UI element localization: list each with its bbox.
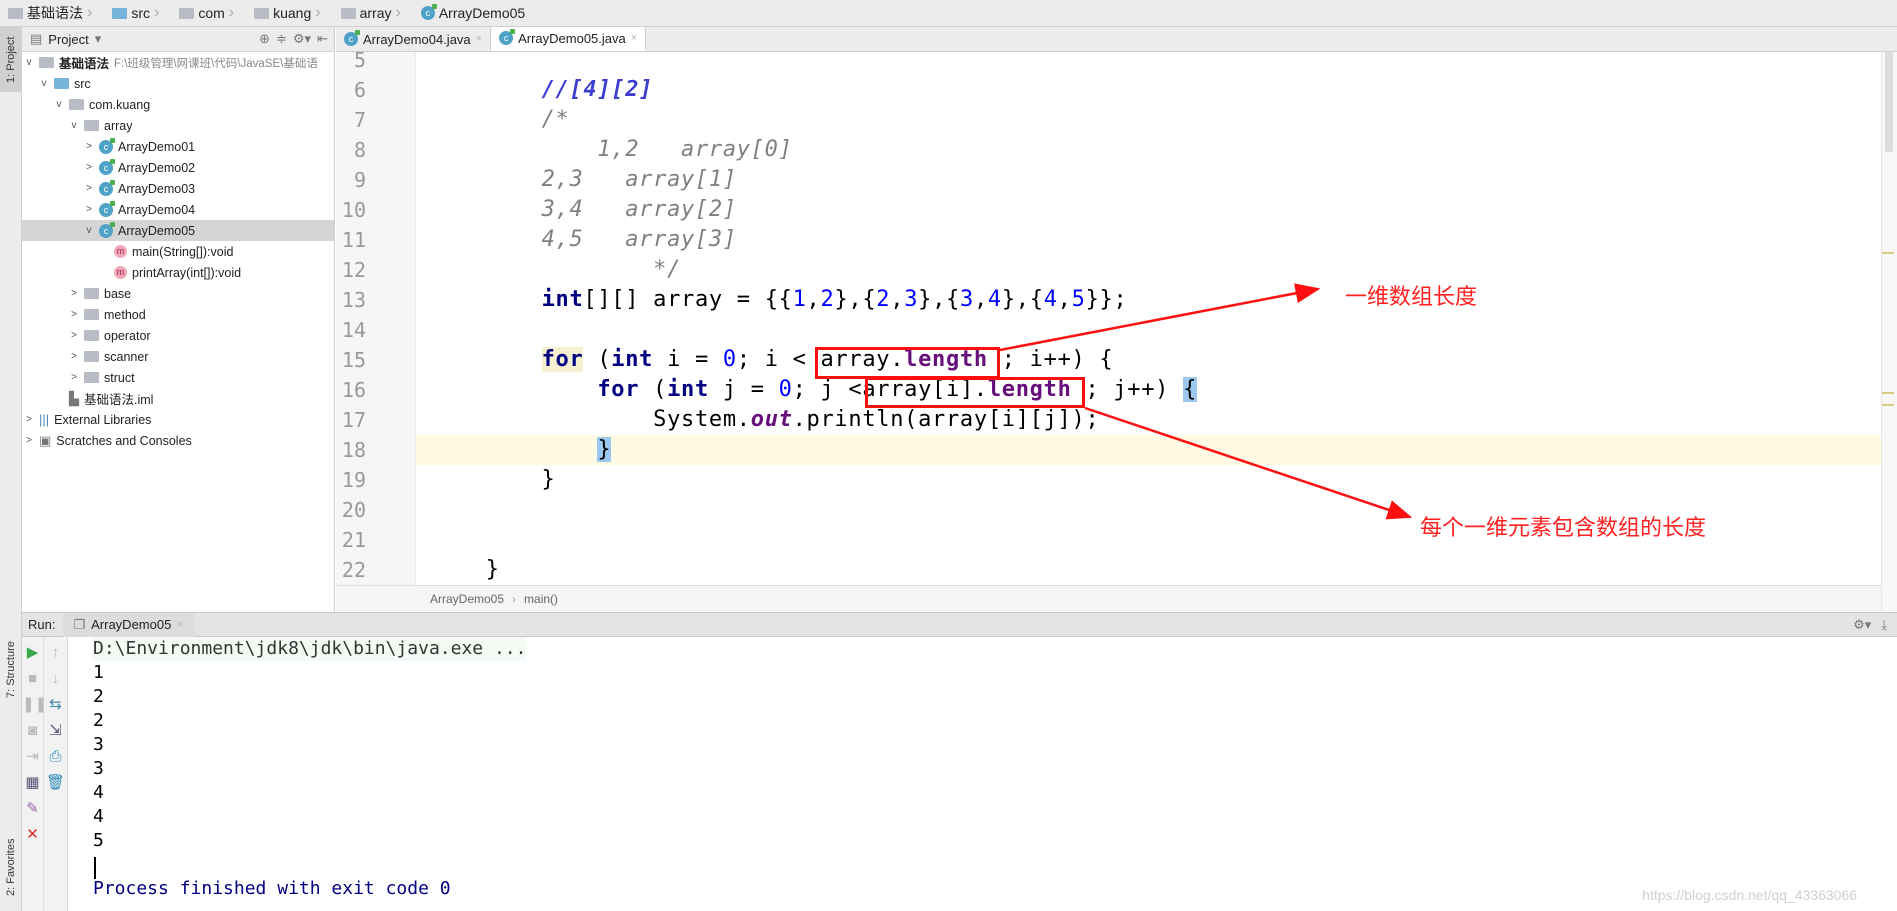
console-line: 1 <box>93 662 104 683</box>
arrow-to-inner-label <box>1084 406 1413 520</box>
line-number: 9 <box>353 168 366 192</box>
line-number: 6 <box>353 78 366 102</box>
exit-icon[interactable]: ⇥ <box>22 745 43 769</box>
stop-icon[interactable]: ■ <box>22 667 43 691</box>
hide-panel-icon[interactable]: ⤓ <box>1881 617 1887 633</box>
console-line: 2 <box>93 710 104 731</box>
layout-icon[interactable]: ▦ <box>22 771 43 795</box>
run-label: Run: <box>28 617 56 632</box>
console-command: D:\Environment\jdk8\jdk\bin\java.exe ... <box>93 637 527 661</box>
gear-icon[interactable]: ⚙▾ <box>1853 617 1871 633</box>
trash-icon[interactable]: 🗑 <box>44 771 67 795</box>
line-number: 15 <box>341 348 366 372</box>
annotation-outer-length: 一维数组长度 <box>1345 285 1478 310</box>
pause-icon[interactable]: ❚❚ <box>22 693 47 717</box>
pin-icon[interactable]: ✎ <box>22 797 43 821</box>
console-line: 5 <box>93 830 104 851</box>
print-icon[interactable]: ⎙ <box>44 745 67 769</box>
line-number: 11 <box>341 228 366 252</box>
line-number: 20 <box>341 498 366 522</box>
line-number: 16 <box>341 378 366 402</box>
close-icon[interactable]: ✕ <box>22 823 43 847</box>
line-number: 13 <box>341 288 366 312</box>
arrow-to-outer-label <box>999 283 1321 352</box>
run-config-icon: ❐ <box>73 616 86 632</box>
line-number: 8 <box>353 138 366 162</box>
up-arrow-icon[interactable]: ↑ <box>44 641 67 665</box>
text-cursor <box>94 857 96 879</box>
annotation-inner-length: 每个一维元素包含数组的长度 <box>1420 516 1707 541</box>
line-number: 19 <box>341 468 366 492</box>
run-toolbar-secondary: ↑ ↓ ⇆ ⇲ ⎙ 🗑 <box>44 637 68 911</box>
console-exit-message: Process finished with exit code 0 <box>93 878 451 899</box>
watermark: https://blog.csdn.net/qq_43363066 <box>1642 887 1857 903</box>
rerun-icon[interactable]: ▶ <box>22 641 43 665</box>
console-line: 4 <box>93 782 104 803</box>
line-number: 7 <box>353 108 366 132</box>
line-number: 18 <box>341 438 366 462</box>
line-number: 21 <box>341 528 366 552</box>
close-icon[interactable]: × <box>177 619 183 631</box>
down-arrow-icon[interactable]: ↓ <box>44 667 67 691</box>
console-line: 3 <box>93 758 104 779</box>
soft-wrap-icon[interactable]: ⇆ <box>44 693 67 717</box>
line-number: 10 <box>341 198 366 222</box>
console-line: 4 <box>93 806 104 827</box>
camera-icon[interactable]: ◙ <box>22 719 43 743</box>
line-number: 22 <box>341 558 366 582</box>
console-output[interactable]: D:\Environment\jdk8\jdk\bin\java.exe ...… <box>68 637 1897 911</box>
run-panel-header: Run: ❐ ArrayDemo05 × ⚙▾ ⤓ <box>22 612 1897 637</box>
console-line: 3 <box>93 734 104 755</box>
line-gutter: 5 6 7 8 9 10 11 12 13 14 15 16 17 18 19 20 21 22 <box>336 52 416 585</box>
line-number: 5 <box>353 52 366 72</box>
scroll-to-end-icon[interactable]: ⇲ <box>44 719 67 743</box>
run-tab-label: ArrayDemo05 <box>91 617 172 632</box>
run-toolbar: ▶ ■ ❚❚ ◙ ⇥ ▦ ✎ ✕ <box>22 637 47 911</box>
line-number: 17 <box>341 408 366 432</box>
line-number: 12 <box>341 258 366 282</box>
run-tab[interactable]: ❐ ArrayDemo05 × <box>63 612 194 637</box>
console-line: 2 <box>93 686 104 707</box>
line-number: 14 <box>341 318 366 342</box>
